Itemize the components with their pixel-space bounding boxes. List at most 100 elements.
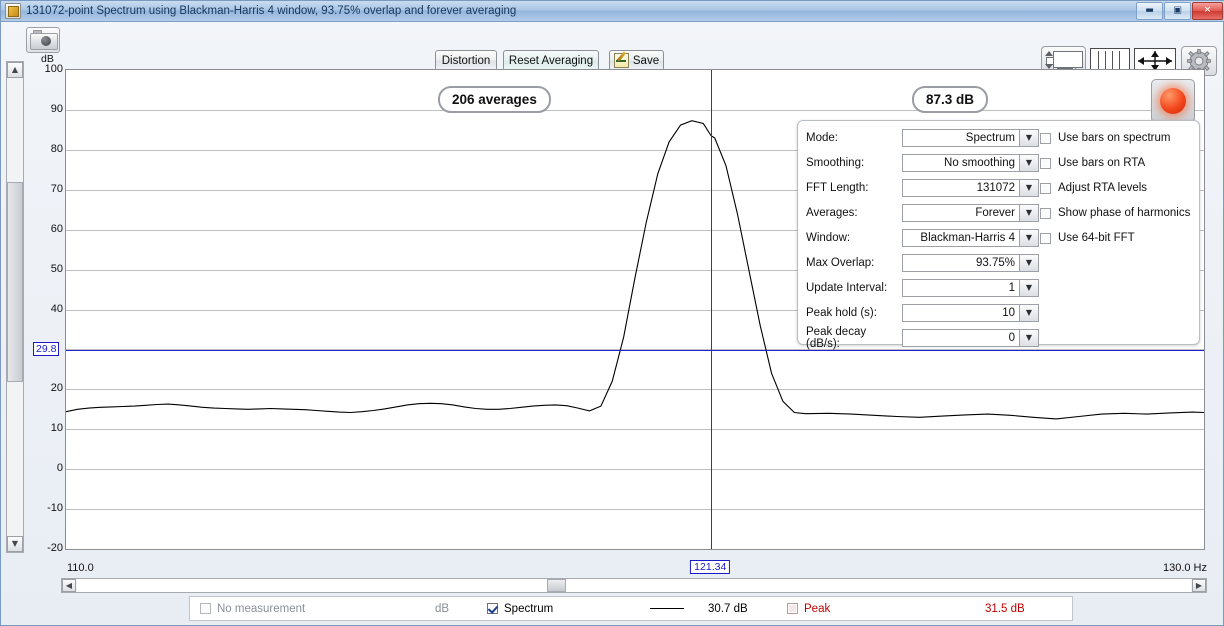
checkbox-label: Use bars on RTA (1058, 157, 1146, 169)
chevron-down-icon[interactable]: ▼ (1020, 254, 1039, 272)
chevron-down-icon[interactable]: ▼ (1020, 154, 1039, 172)
y-axis-tick: 100 (44, 63, 63, 75)
gridline (66, 549, 1204, 550)
setting-label: Window: (806, 232, 851, 244)
setting-row: FFT Length: 131072 ▼ (806, 177, 1039, 199)
chevron-left-icon: ◀ (65, 580, 73, 590)
no-measurement-checkbox[interactable] (200, 603, 211, 614)
checkbox[interactable] (1040, 157, 1051, 169)
close-button[interactable]: ✕ (1192, 2, 1223, 20)
setting-row: Smoothing: No smoothing ▼ (806, 152, 1039, 174)
spectrum-checkbox[interactable] (487, 603, 498, 614)
spectrum-label: Spectrum (504, 602, 554, 615)
record-button[interactable] (1151, 79, 1195, 123)
chevron-down-glyph: ▼ (1025, 158, 1033, 167)
peak-item[interactable]: Peak (787, 603, 830, 615)
checkbox-label: Use 64-bit FFT (1058, 232, 1135, 244)
y-axis-tick: 50 (50, 262, 63, 275)
checkbox-label: Adjust RTA levels (1058, 182, 1148, 194)
setting-value[interactable]: 1 (902, 279, 1020, 297)
no-measurement-label: No measurement (217, 602, 306, 615)
setting-row: Max Overlap: 93.75% ▼ (806, 252, 1039, 274)
scroll-right-button[interactable]: ▶ (1192, 579, 1206, 592)
record-dot-icon (1160, 88, 1186, 114)
x-axis-min-label: 110.0 (67, 562, 94, 574)
setting-row: Peak decay (dB/s): 0 ▼ (806, 326, 1039, 350)
checkbox[interactable] (1040, 182, 1051, 194)
setting-row: Mode: Spectrum ▼ (806, 127, 1039, 149)
peak-checkbox[interactable] (787, 603, 798, 614)
frequency-cursor-readout[interactable]: 121.34 (690, 560, 731, 574)
distortion-button[interactable]: Distortion (435, 50, 497, 71)
setting-value[interactable]: No smoothing (902, 154, 1020, 172)
setting-value[interactable]: 0 (902, 329, 1020, 347)
setting-label: Peak hold (s): (806, 307, 877, 319)
y-axis-tick: 0 (56, 462, 63, 475)
chevron-down-glyph: ▼ (1025, 183, 1033, 192)
save-button-label: Save (632, 54, 660, 67)
chevron-down-icon[interactable]: ▼ (1020, 179, 1039, 197)
checkbox[interactable] (1040, 232, 1051, 244)
window-controls: ▬ ▣ ✕ (1136, 2, 1223, 20)
setting-checkbox-row[interactable]: Adjust RTA levels (1040, 178, 1147, 198)
spectrum-item[interactable]: Spectrum (487, 603, 553, 615)
setting-checkbox-row[interactable]: Use bars on RTA (1040, 153, 1145, 173)
chevron-down-icon[interactable]: ▼ (1020, 329, 1039, 347)
checkbox[interactable] (1040, 207, 1051, 219)
camera-lens (41, 36, 51, 46)
peak-label: Peak (804, 602, 831, 615)
frequency-cursor-line[interactable] (711, 70, 713, 549)
setting-label: Peak decay (dB/s): (806, 326, 867, 350)
db-unit-label: dB (435, 602, 450, 615)
chevron-down-glyph: ▼ (1025, 283, 1033, 292)
x-axis-max-label: 130.0 Hz (1162, 562, 1207, 574)
y-axis-tick: 90 (50, 102, 63, 115)
window-title: 131072-point Spectrum using Blackman-Har… (26, 5, 517, 17)
pane-screen-icon (1053, 51, 1083, 68)
level-cursor-readout[interactable]: 29.8 (33, 342, 60, 357)
status-bar: No measurement dB Spectrum 30.7 dB Peak … (189, 596, 1073, 621)
no-measurement-item[interactable]: No measurement (200, 603, 305, 615)
scroll-left-button[interactable]: ◀ (62, 579, 76, 592)
setting-label: Smoothing: (806, 157, 865, 169)
reset-averaging-button[interactable]: Reset Averaging (503, 50, 599, 71)
horizontal-scroll-thumb[interactable] (547, 579, 566, 592)
setting-value[interactable]: Forever (902, 204, 1020, 222)
chevron-down-icon[interactable]: ▼ (1020, 204, 1039, 222)
setting-value[interactable]: Blackman-Harris 4 (902, 229, 1020, 247)
chevron-down-icon[interactable]: ▼ (1020, 229, 1039, 247)
minimize-icon: ▬ (1145, 5, 1154, 16)
setting-label: FFT Length: (806, 182, 869, 194)
setting-value[interactable]: Spectrum (902, 129, 1020, 147)
maximize-button[interactable]: ▣ (1164, 2, 1191, 20)
horizontal-scroll-track[interactable] (77, 579, 1191, 592)
chevron-down-glyph: ▼ (1025, 308, 1033, 317)
setting-checkbox-row[interactable]: Use bars on spectrum (1040, 128, 1171, 148)
minimize-button[interactable]: ▬ (1136, 2, 1163, 20)
spectrum-analyzer-window: 131072-point Spectrum using Blackman-Har… (0, 0, 1224, 626)
chevron-down-glyph: ▼ (1025, 133, 1033, 142)
spectrum-line-swatch (650, 608, 684, 609)
horizontal-scrollbar[interactable]: ◀ ▶ (61, 578, 1207, 593)
setting-checkbox-row[interactable]: Use 64-bit FFT (1040, 228, 1135, 248)
checkbox[interactable] (1040, 132, 1051, 144)
chevron-down-icon[interactable]: ▼ (1020, 279, 1039, 297)
chevron-down-icon[interactable]: ▼ (1020, 129, 1039, 147)
camera-icon[interactable] (26, 27, 60, 53)
y-axis-tick: 10 (50, 422, 63, 435)
setting-value[interactable]: 93.75% (902, 254, 1020, 272)
chevron-down-icon[interactable]: ▼ (1020, 304, 1039, 322)
setting-label: Mode: (806, 132, 838, 144)
checkbox-label: Use bars on spectrum (1058, 132, 1171, 144)
y-axis-tick: -20 (47, 542, 63, 554)
pane-up-arrow-icon (1045, 51, 1053, 56)
level-cursor-line[interactable] (66, 350, 1204, 352)
spectrum-value: 30.7 dB (708, 602, 748, 615)
setting-value[interactable]: 131072 (902, 179, 1020, 197)
toolbar: Distortion Reset Averaging Save (1, 22, 1224, 76)
setting-checkbox-row[interactable]: Show phase of harmonics (1040, 203, 1190, 223)
spectrum-plot[interactable]: 206 averages 87.3 dB Mode: Spectrum ▼ Smoot… (65, 69, 1205, 550)
save-button[interactable]: Save (609, 50, 664, 71)
setting-value[interactable]: 10 (902, 304, 1020, 322)
setting-row: Peak hold (s): 10 ▼ (806, 302, 1039, 324)
